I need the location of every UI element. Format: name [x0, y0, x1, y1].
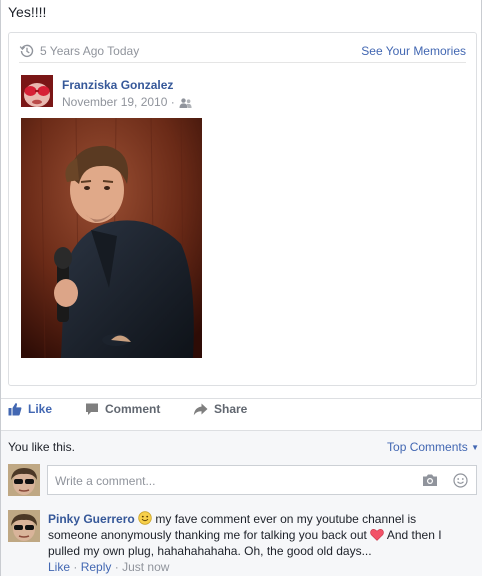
comment-composer: Write a comment...: [1, 459, 482, 501]
share-label: Share: [214, 402, 248, 416]
smile-emoji-icon: [138, 511, 152, 525]
comment-icon: [86, 403, 98, 415]
comment-like-link[interactable]: Like: [48, 560, 70, 574]
share-arrow-icon: [193, 403, 208, 415]
share-button[interactable]: Share: [193, 402, 247, 416]
thumbs-up-icon: [8, 403, 22, 416]
action-bar: Like Comment Share: [1, 402, 482, 428]
memory-title-label: 5 Years Ago Today: [40, 44, 140, 58]
separator: ·: [73, 560, 81, 574]
like-button[interactable]: Like: [8, 402, 52, 416]
shared-post-date[interactable]: November 19, 2010 ·: [62, 95, 175, 109]
shared-photo[interactable]: [21, 118, 202, 358]
comment-reply-link[interactable]: Reply: [81, 560, 112, 574]
caret-down-icon: ▼: [471, 443, 479, 452]
memory-card: 5 Years Ago Today See Your Memories Fran…: [8, 32, 477, 386]
comment-meta: Like · Reply · Just now: [48, 560, 169, 574]
memory-title: 5 Years Ago Today: [19, 43, 139, 59]
post-frame: Yes!!!! 5 Years Ago Today See Your Memor…: [0, 0, 482, 576]
comment-placeholder: Write a comment...: [55, 474, 156, 488]
post-text: Yes!!!!: [8, 4, 47, 20]
likes-summary: You like this.: [8, 440, 75, 454]
heart-emoji-icon: [370, 528, 384, 541]
shared-post-date-row: November 19, 2010 ·: [62, 95, 192, 109]
avatar[interactable]: [8, 510, 40, 542]
camera-icon[interactable]: [422, 473, 438, 490]
friends-audience-icon: [179, 97, 192, 108]
comment-button[interactable]: Comment: [85, 402, 160, 416]
history-icon: [19, 43, 35, 59]
comment-sort-dropdown[interactable]: Top Comments ▼: [387, 440, 479, 454]
like-label: Like: [28, 402, 53, 416]
divider: [1, 398, 482, 399]
comment-author[interactable]: Pinky Guerrero: [48, 512, 135, 526]
see-memories-link[interactable]: See Your Memories: [361, 44, 466, 58]
avatar[interactable]: [21, 75, 53, 107]
comment-label: Comment: [105, 402, 161, 416]
comment-input[interactable]: Write a comment...: [47, 465, 477, 495]
comment-sort-label: Top Comments: [387, 440, 468, 454]
memory-header: 5 Years Ago Today See Your Memories: [19, 41, 466, 63]
avatar[interactable]: [8, 464, 40, 496]
shared-post-author[interactable]: Franziska Gonzalez: [62, 78, 173, 92]
likes-summary-bar: You like this. Top Comments ▼: [1, 431, 482, 459]
emoji-picker-icon[interactable]: [453, 473, 468, 491]
comment-text: Pinky Guerrero my fave comment ever on m…: [48, 511, 463, 559]
separator: ·: [114, 560, 123, 574]
comment-timestamp[interactable]: Just now: [122, 560, 169, 574]
comment-item: Pinky Guerrero my fave comment ever on m…: [1, 501, 482, 576]
